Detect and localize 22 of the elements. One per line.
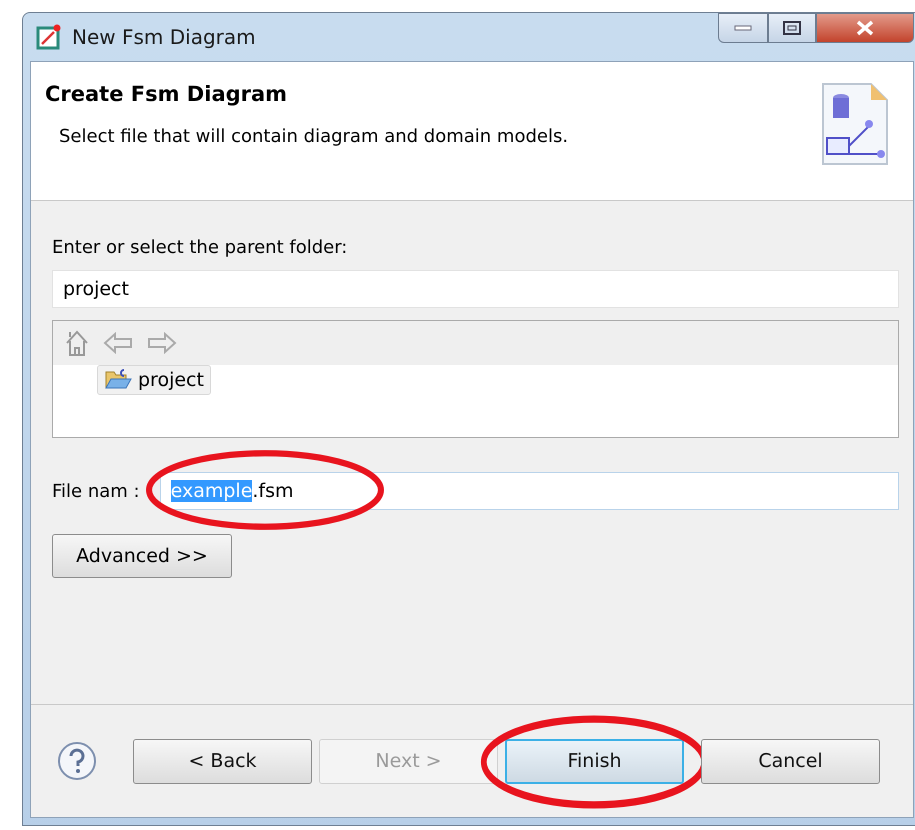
parent-folder-field[interactable]: project — [52, 270, 899, 308]
wizard-button[interactable]: < Back — [133, 738, 312, 784]
help-icon[interactable] — [57, 741, 97, 781]
page-title: Create Fsm Diagram — [45, 82, 288, 106]
file-name-field[interactable]: example.fsm — [160, 472, 899, 510]
diagram-edit-icon — [36, 24, 62, 50]
maximize-icon — [783, 21, 801, 35]
parent-folder-label: Enter or select the parent folder: — [52, 237, 348, 258]
wizard-button[interactable]: Finish — [505, 738, 684, 784]
close-button[interactable] — [816, 13, 914, 43]
minimize-button[interactable] — [718, 13, 768, 43]
tree-item[interactable]: project — [97, 365, 211, 395]
advanced-button[interactable]: Advanced >> — [52, 534, 232, 578]
page-description: Select file that will contain diagram and domain models. — [58, 126, 568, 147]
file-name-label: File nam : — [52, 480, 140, 502]
home-icon[interactable] — [65, 329, 89, 357]
minimize-icon — [734, 25, 752, 31]
window-title: New Fsm Diagram — [72, 25, 256, 49]
maximize-button[interactable] — [768, 13, 816, 43]
close-icon — [855, 20, 875, 36]
wizard-button[interactable]: Cancel — [701, 738, 880, 784]
diagram-file-icon — [819, 80, 891, 168]
